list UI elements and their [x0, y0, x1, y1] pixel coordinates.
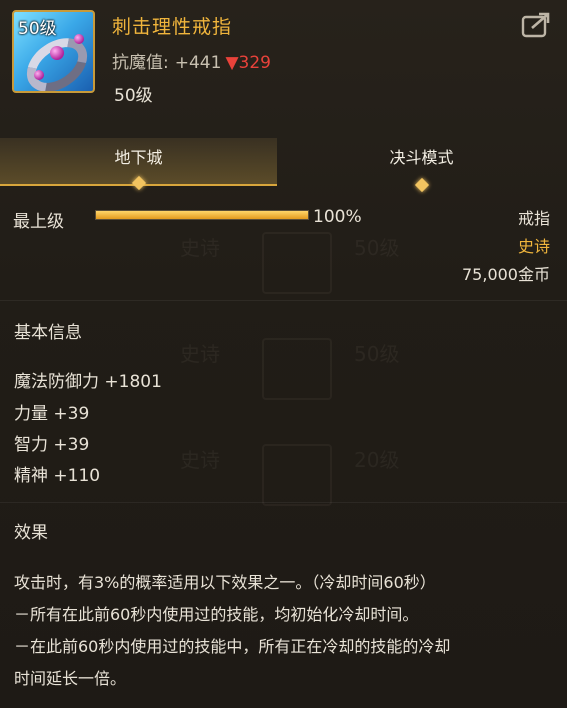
stat-line: 力量 +39: [14, 404, 90, 424]
item-name: 刺击理性戒指: [112, 16, 233, 38]
item-level: 50级: [114, 86, 153, 106]
grade-bar: [95, 210, 309, 220]
item-icon[interactable]: 50级: [12, 10, 95, 93]
diamond-icon: [131, 175, 146, 191]
tab-label: 决斗模式: [389, 148, 454, 167]
tab-duel[interactable]: 决斗模式: [283, 138, 560, 193]
resist-value: 抗魔值: +441 ▼329: [112, 48, 271, 73]
resist-plus: +441: [174, 53, 222, 73]
item-rarity: 史诗: [517, 237, 550, 256]
background-ghost: 史诗: [180, 448, 220, 472]
grade-bar-fill: [96, 211, 308, 219]
tab-dungeon[interactable]: 地下城: [0, 138, 277, 191]
divider: [0, 502, 567, 503]
gem-icon: [74, 34, 84, 44]
effect-line: 攻击时，有3%的概率适用以下效果之一。（冷却时间60秒）: [14, 573, 436, 592]
background-ghost: [262, 444, 332, 506]
background-ghost: 50级: [354, 342, 400, 366]
grade-label: 最上级: [13, 212, 64, 232]
background-ghost: 50级: [354, 236, 400, 260]
background-ghost: 20级: [354, 448, 400, 472]
gem-icon: [34, 70, 44, 80]
background-ghost: 史诗: [180, 236, 220, 260]
diamond-icon: [414, 177, 429, 193]
item-price: 75,000金币: [462, 265, 550, 284]
background-ghost: [262, 232, 332, 294]
item-type: 戒指: [517, 209, 550, 228]
tooltip-header: 50级 刺击理性戒指 抗魔值: +441 ▼329 50级: [0, 0, 567, 118]
item-tooltip-panel: 史诗 50级 史诗 50级 史诗 20级 50级 刺击理性戒指 抗魔值: +441…: [0, 0, 567, 708]
effect-title: 效果: [14, 523, 48, 543]
share-icon[interactable]: [521, 12, 551, 38]
divider: [0, 300, 567, 301]
resist-label: 抗魔值:: [112, 53, 169, 73]
item-icon-level: 50级: [18, 19, 57, 39]
background-ghost: 史诗: [180, 342, 220, 366]
resist-decrease: ▼329: [225, 53, 271, 73]
background-ghost: [262, 338, 332, 400]
stat-line: 精神 +110: [14, 466, 101, 486]
effect-line: －所有在此前60秒内使用过的技能，均初始化冷却时间。: [14, 605, 419, 624]
tab-label: 地下城: [114, 148, 163, 167]
mode-tabs: 地下城 决斗模式: [0, 138, 567, 193]
gem-icon: [50, 46, 64, 60]
stat-line: 智力 +39: [14, 435, 90, 455]
effect-line: －在此前60秒内使用过的技能中，所有正在冷却的技能的冷却: [14, 637, 451, 656]
basic-info-title: 基本信息: [14, 323, 82, 343]
stat-line: 魔法防御力 +1801: [14, 372, 162, 392]
effect-line: 时间延长一倍。: [14, 669, 127, 688]
grade-percent: 100%: [313, 207, 362, 227]
